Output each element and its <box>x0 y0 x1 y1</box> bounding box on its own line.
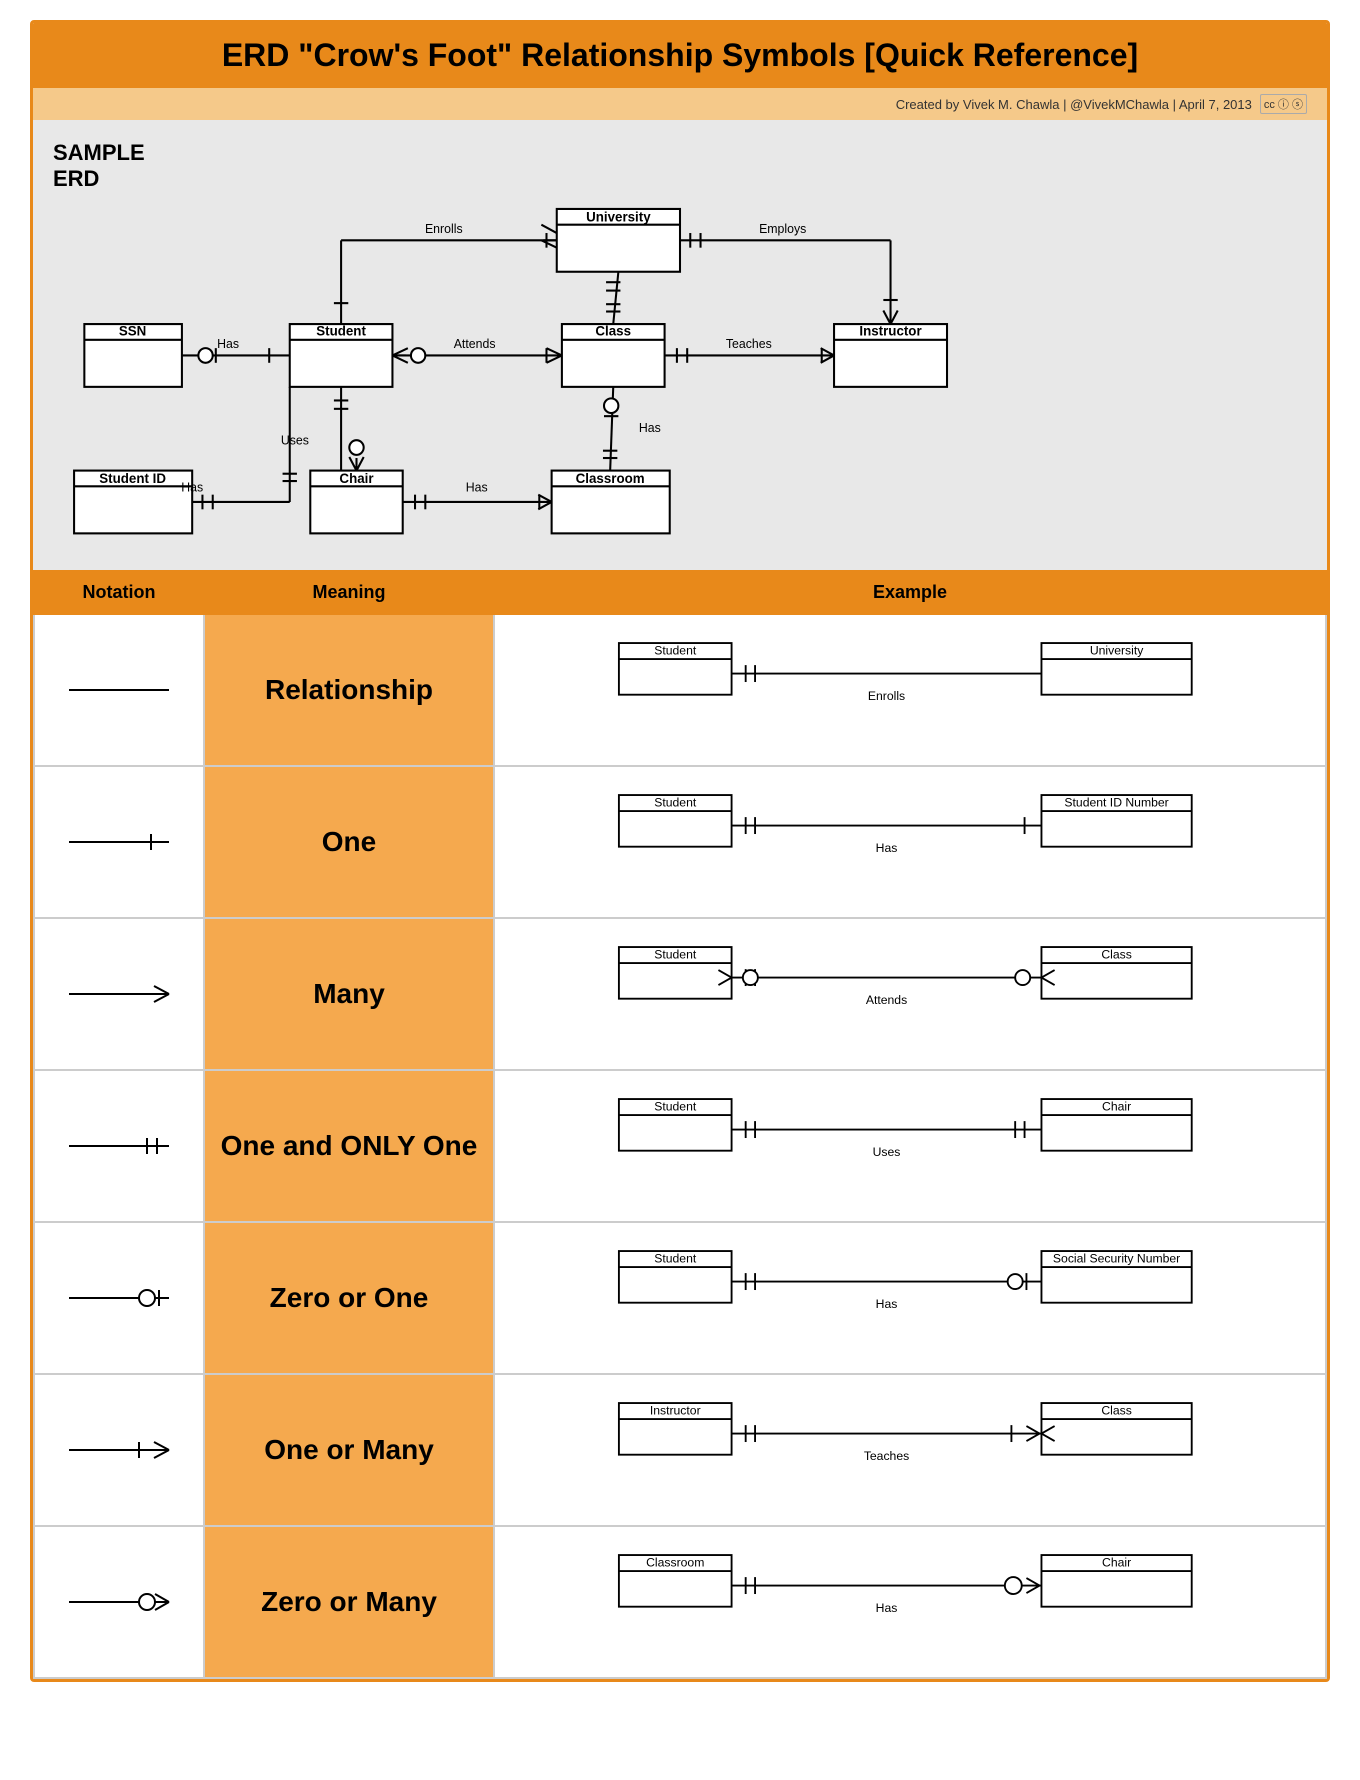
svg-text:Class: Class <box>1101 947 1131 961</box>
example-cell: Student Chair Uses <box>494 1070 1326 1222</box>
example-canvas: Classroom Chair Has <box>525 1547 1295 1657</box>
notation-symbol-cell <box>34 918 204 1070</box>
col-notation: Notation <box>34 571 204 614</box>
example-erd: Instructor Class Teaches <box>525 1395 1295 1505</box>
svg-text:Classroom: Classroom <box>576 471 645 486</box>
svg-text:Chair: Chair <box>1102 1555 1131 1569</box>
example-cell: Student University Enrolls <box>494 614 1326 766</box>
svg-text:Uses: Uses <box>281 433 309 447</box>
example-cell: Student Class Attends <box>494 918 1326 1070</box>
svg-text:Student: Student <box>654 643 697 657</box>
example-cell: Classroom Chair Has <box>494 1526 1326 1678</box>
notation-symbol <box>59 1577 179 1627</box>
example-canvas: Student Chair Uses <box>525 1091 1295 1201</box>
example-erd: Classroom Chair Has <box>525 1547 1295 1657</box>
svg-text:Class: Class <box>595 323 631 338</box>
svg-text:Uses: Uses <box>873 1145 901 1159</box>
notation-symbol <box>59 817 179 867</box>
meaning-cell: Relationship <box>204 614 494 766</box>
cc-icons: cc ⓘ ⓢ <box>1260 94 1307 114</box>
svg-text:Enrolls: Enrolls <box>425 222 463 236</box>
example-canvas: Student Social Security Number Has <box>525 1243 1295 1353</box>
main-title: ERD "Crow's Foot" Relationship Symbols [… <box>53 37 1307 74</box>
svg-text:Student: Student <box>654 1099 697 1113</box>
notation-symbol-cell <box>34 1070 204 1222</box>
svg-text:Classroom: Classroom <box>646 1555 704 1569</box>
svg-text:Has: Has <box>466 480 488 494</box>
example-erd: Student Chair Uses <box>525 1091 1295 1201</box>
svg-text:Student: Student <box>654 1251 697 1265</box>
svg-text:Teaches: Teaches <box>864 1449 909 1463</box>
notation-symbol <box>59 969 179 1019</box>
meaning-cell: One <box>204 766 494 918</box>
svg-text:Chair: Chair <box>339 471 374 486</box>
svg-text:Has: Has <box>639 421 661 435</box>
example-canvas: Student Class Attends <box>525 939 1295 1049</box>
title-bar: ERD "Crow's Foot" Relationship Symbols [… <box>33 23 1327 88</box>
example-cell: Student Student ID Number Has <box>494 766 1326 918</box>
svg-text:SSN: SSN <box>119 323 146 338</box>
svg-text:Chair: Chair <box>1102 1099 1131 1113</box>
svg-text:Teaches: Teaches <box>726 337 772 351</box>
notation-symbol-cell <box>34 766 204 918</box>
svg-text:Attends: Attends <box>454 337 496 351</box>
example-cell: Student Social Security Number Has <box>494 1222 1326 1374</box>
example-canvas: Instructor Class Teaches <box>525 1395 1295 1505</box>
main-container: ERD "Crow's Foot" Relationship Symbols [… <box>30 20 1330 1682</box>
meaning-cell: One or Many <box>204 1374 494 1526</box>
svg-text:Has: Has <box>217 337 239 351</box>
svg-text:Employs: Employs <box>759 222 806 236</box>
example-canvas: Student University Enrolls <box>525 635 1295 745</box>
notation-table: Notation Meaning Example Relationship St… <box>33 570 1327 1679</box>
svg-text:Social Security Number: Social Security Number <box>1053 1251 1180 1265</box>
notation-symbol <box>59 1425 179 1475</box>
svg-text:Has: Has <box>181 480 203 494</box>
subtitle-text: Created by Vivek M. Chawla | @VivekMChaw… <box>896 97 1252 112</box>
example-erd: Student Student ID Number Has <box>525 787 1295 897</box>
notation-symbol <box>59 1273 179 1323</box>
notation-symbol-cell <box>34 1526 204 1678</box>
svg-text:Attends: Attends <box>866 993 907 1007</box>
example-erd: Student Social Security Number Has <box>525 1243 1295 1353</box>
col-example: Example <box>494 571 1326 614</box>
svg-text:Instructor: Instructor <box>859 323 922 338</box>
svg-text:Student: Student <box>654 947 697 961</box>
notation-symbol-cell <box>34 614 204 766</box>
svg-text:University: University <box>586 209 651 224</box>
col-meaning: Meaning <box>204 571 494 614</box>
notation-symbol <box>59 1121 179 1171</box>
notation-symbol-cell <box>34 1222 204 1374</box>
svg-text:Has: Has <box>876 1601 898 1615</box>
svg-text:Student: Student <box>654 795 697 809</box>
notation-symbol-cell <box>34 1374 204 1526</box>
meaning-cell: Zero or Many <box>204 1526 494 1678</box>
subtitle-bar: Created by Vivek M. Chawla | @VivekMChaw… <box>33 88 1327 120</box>
svg-text:University: University <box>1090 643 1144 657</box>
svg-text:Student: Student <box>316 323 366 338</box>
svg-text:Instructor: Instructor <box>650 1403 701 1417</box>
erd-section: SAMPLEERD SSN Student ID Student Chair U… <box>33 120 1327 570</box>
svg-text:Has: Has <box>876 1297 898 1311</box>
meaning-cell: Many <box>204 918 494 1070</box>
svg-text:Class: Class <box>1101 1403 1131 1417</box>
meaning-cell: Zero or One <box>204 1222 494 1374</box>
erd-label: SAMPLEERD <box>53 140 1307 193</box>
example-erd: Student Class Attends <box>525 939 1295 1049</box>
notation-symbol <box>59 665 179 715</box>
svg-text:Enrolls: Enrolls <box>868 689 905 703</box>
meaning-cell: One and ONLY One <box>204 1070 494 1222</box>
svg-text:Student ID: Student ID <box>99 471 166 486</box>
svg-text:Student ID Number: Student ID Number <box>1064 795 1168 809</box>
example-erd: Student University Enrolls <box>525 635 1295 745</box>
example-canvas: Student Student ID Number Has <box>525 787 1295 897</box>
example-cell: Instructor Class Teaches <box>494 1374 1326 1526</box>
svg-text:Has: Has <box>876 841 898 855</box>
